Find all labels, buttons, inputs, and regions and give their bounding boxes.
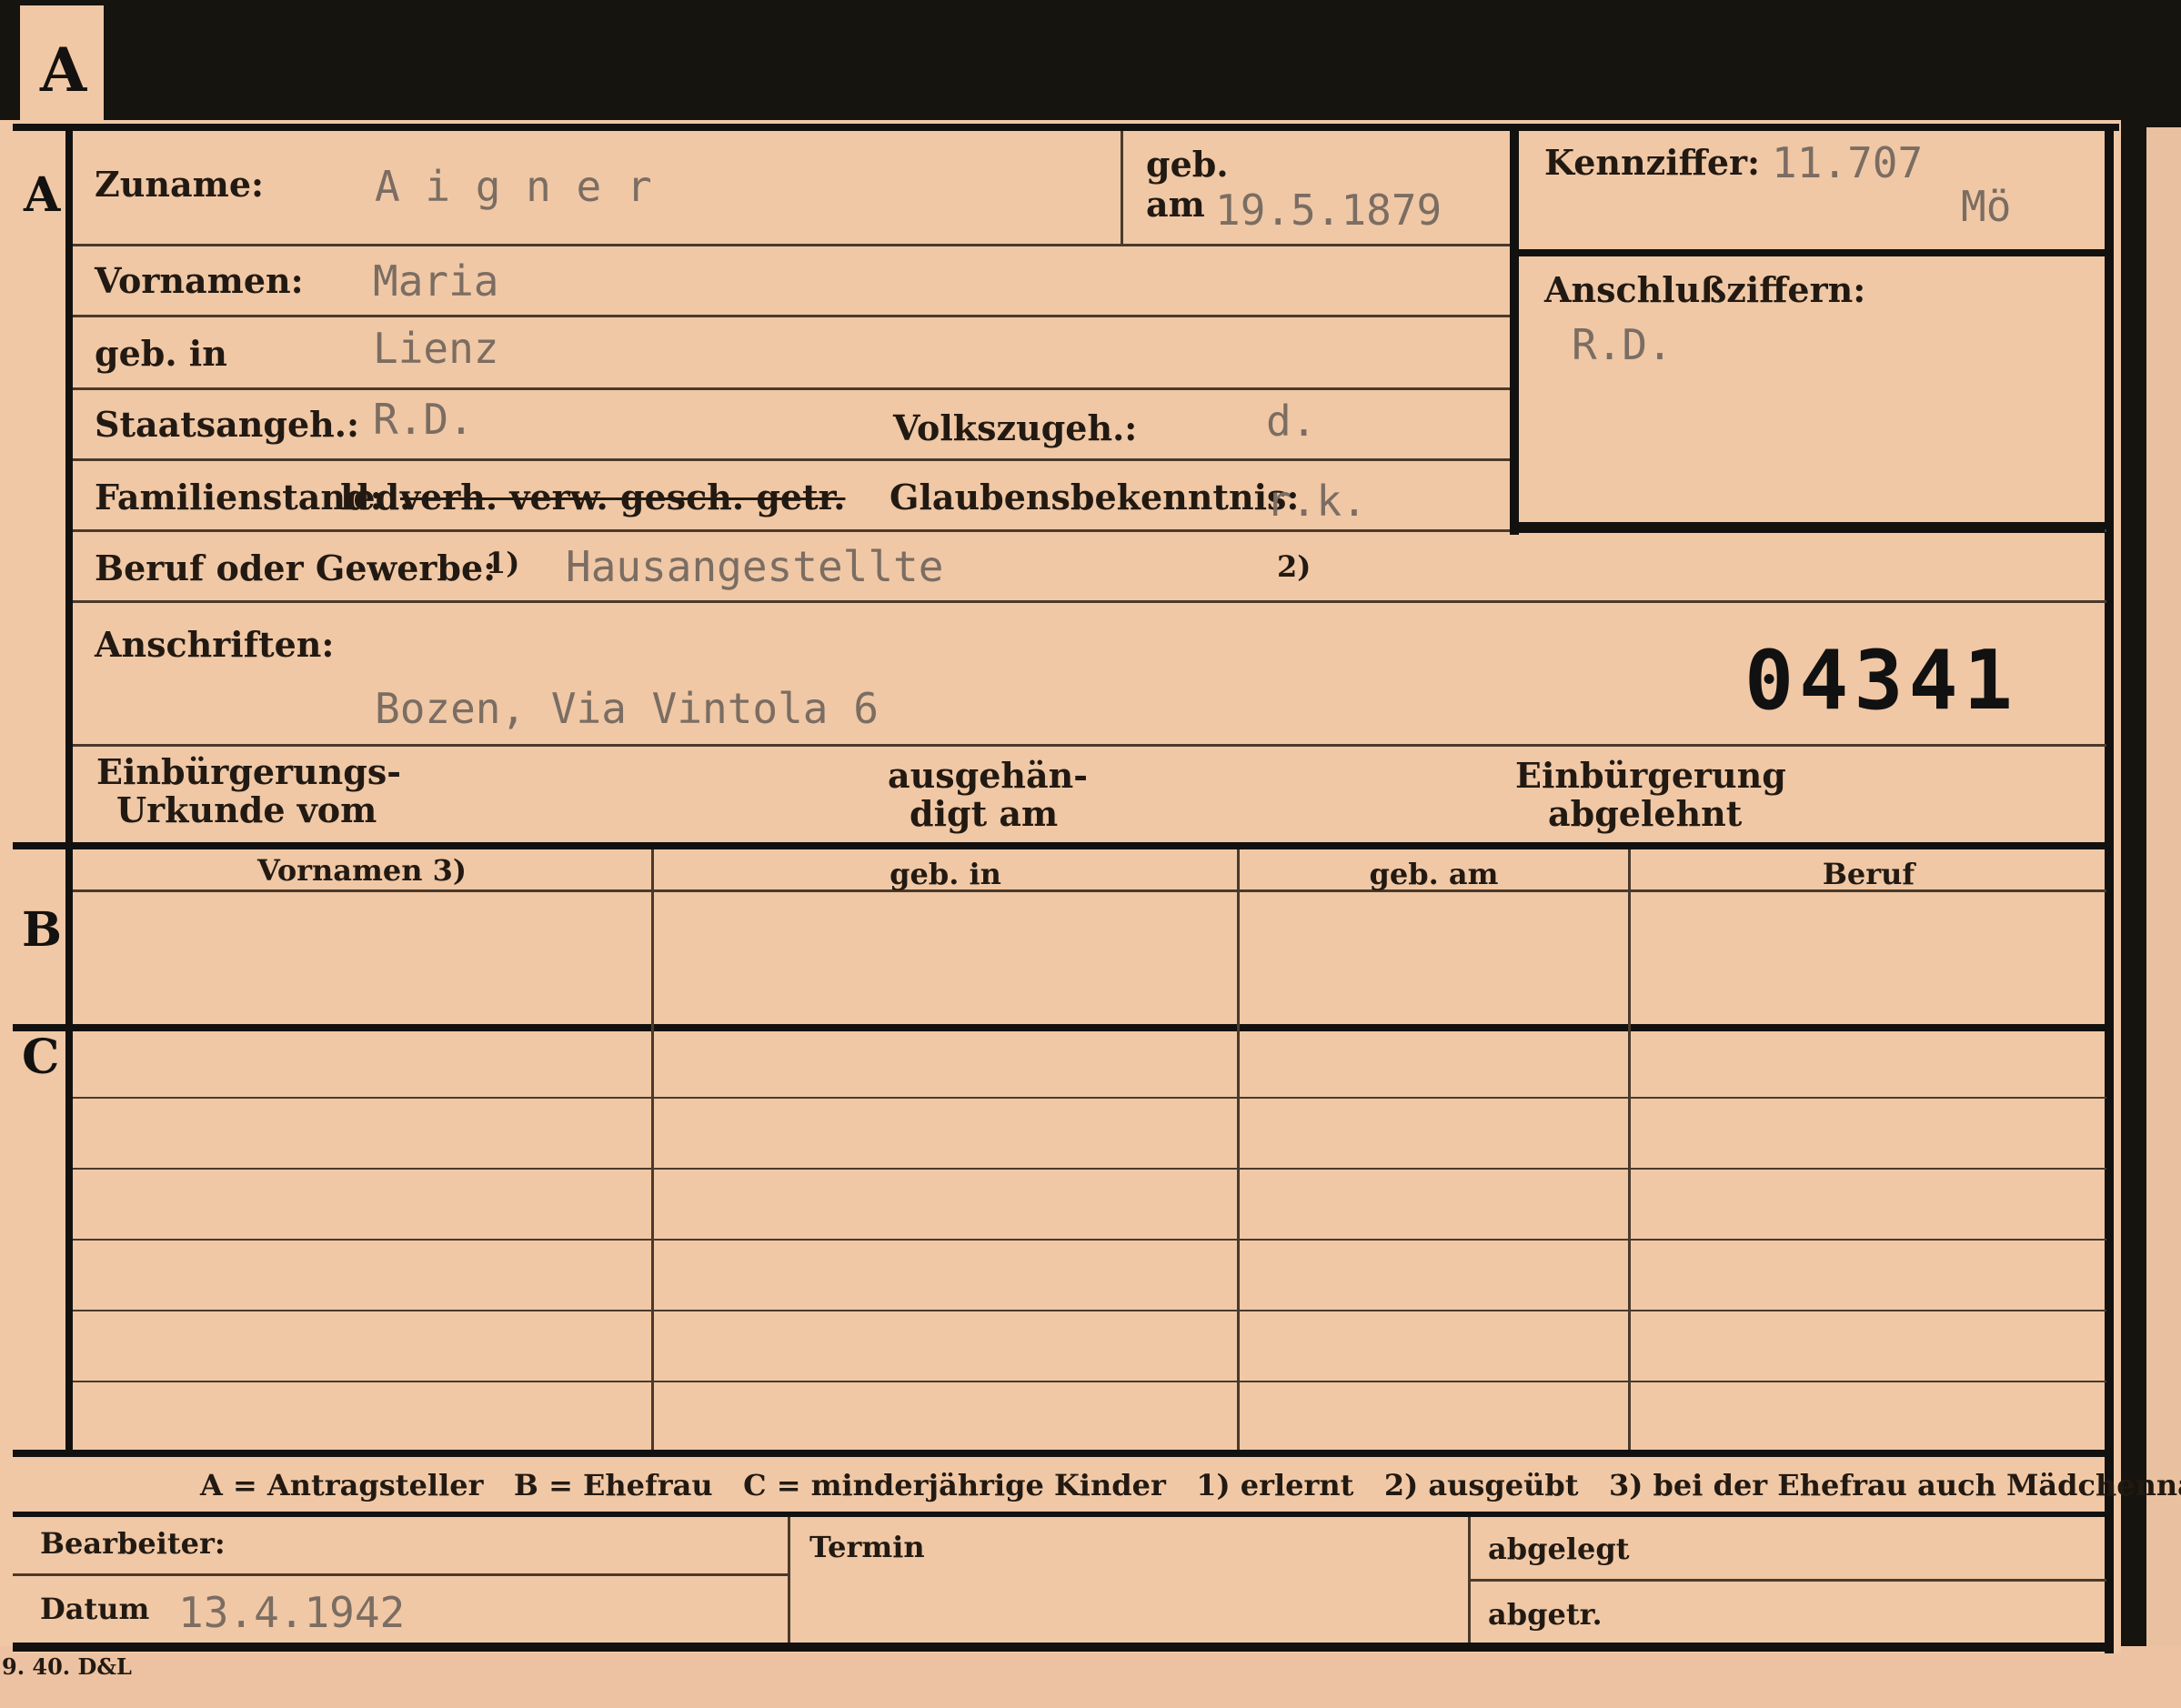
anschlussziffern-value: R.D. [1572,320,1673,369]
geb-label: geb. [1146,144,1229,185]
row-line-2 [73,315,1510,317]
left-column-divider [65,127,73,1452]
anschriften-label: Anschriften: [95,624,335,665]
beruf-label: Beruf oder Gewerbe: [95,548,497,588]
row-line-1 [73,244,1510,246]
ausgehaendigt-line1: ausgehän- [888,755,1089,796]
background-top [0,0,2181,120]
footer-row-left [13,1573,788,1576]
einbuergerung-urkunde-line2: Urkunde vom [116,789,377,830]
volkszugeh-label: Volkszugeh.: [893,407,1138,448]
card-number: 04341 [1744,633,2018,728]
anschlussziffern-label: Anschlußziffern: [1544,269,1866,310]
table-col-divider-1 [651,849,654,1450]
am-label: am [1146,184,1205,225]
kennziffer-label: Kennziffer: [1544,142,1761,183]
background-bottom [0,1646,2181,1708]
datum-value: 13.4.1942 [178,1588,406,1637]
geb-am-value: 19.5.1879 [1215,186,1442,235]
beruf-value: Hausangestellte [566,542,944,591]
abgelegt-label: abgelegt [1488,1532,1630,1566]
table-bottom-line [13,1450,2106,1457]
einbuergerung-abgelehnt-line2: abgelehnt [1548,793,1743,834]
termin-label: Termin [809,1530,925,1564]
staatsangeh-value: R.D. [373,395,474,444]
kennziffer-box-divider [1519,249,2105,256]
index-tab-letter: A [40,35,87,105]
table-col-divider-2 [1237,849,1240,1450]
row-line-4 [73,458,1510,461]
glaubens-label: Glaubensbekenntnis: [889,477,1300,517]
glaubens-value: r.k. [1266,477,1367,526]
geb-in-label: geb. in [95,333,227,374]
table-header-geb-in: geb. in [889,857,1001,891]
volkszugeh-value: d. [1266,397,1317,446]
vornamen-value: Maria [373,256,499,306]
frame-top [13,124,2119,131]
footer-row-right [1471,1579,2106,1582]
section-a-letter: A [24,167,61,223]
row-line-6 [73,600,2106,603]
einbuergerung-abgelehnt-line1: Einbürgerung [1515,755,1786,796]
c-row-line-3 [73,1239,2106,1241]
table-header-beruf: Beruf [1822,857,1915,891]
kennziffer-box-left [1510,131,1519,535]
footer-divider-1 [788,1517,790,1643]
kennziffer-box-bottom [1519,522,2105,533]
row-line-3 [73,387,1510,390]
vornamen-label: Vornamen: [95,260,304,301]
staatsangeh-label: Staatsangeh.: [95,404,360,445]
background-right-light [2146,127,2181,1673]
zuname-label: Zuname: [95,164,265,205]
datum-label: Datum [40,1592,150,1626]
table-col-divider-3 [1628,849,1631,1450]
kennziffer-suffix: Mö [1961,182,2012,231]
anschriften-value: Bozen, Via Vintola 6 [375,684,879,733]
beruf-note-1: 1) [486,546,520,580]
frame-bottom [13,1643,2114,1652]
divider-geb-column [1121,131,1123,244]
row-line-7 [73,744,2106,747]
kennziffer-value: 11.707 [1772,138,1924,187]
section-c-letter: C [22,1030,60,1085]
table-header-geb-am: geb. am [1369,857,1499,891]
print-mark: 9. 40. D&L [2,1653,132,1680]
bearbeiter-label: Bearbeiter: [40,1526,226,1561]
abgetr-label: abgetr. [1488,1597,1603,1632]
c-row-line-2 [73,1168,2106,1170]
section-c-top-line [13,1024,2106,1031]
einbuergerung-urkunde-line1: Einbürgerungs- [96,751,402,792]
geb-in-value: Lienz [373,324,499,373]
beruf-note-2: 2) [1277,549,1312,584]
legend-bottom-line [13,1512,2106,1517]
c-row-line-5 [73,1381,2106,1382]
section-b-top-line [13,842,2106,849]
table-header-vornamen: Vornamen 3) [256,853,467,888]
legend: A = Antragsteller B = Ehefrau C = minder… [200,1468,2181,1502]
ausgehaendigt-line2: digt am [910,793,1059,834]
zuname-value: A i g n e r [375,162,652,211]
c-row-line-1 [73,1097,2106,1099]
familienstand-struck: verh. verw. gesch. getr. [400,477,846,517]
section-b-letter: B [22,902,62,958]
c-row-line-4 [73,1310,2106,1311]
